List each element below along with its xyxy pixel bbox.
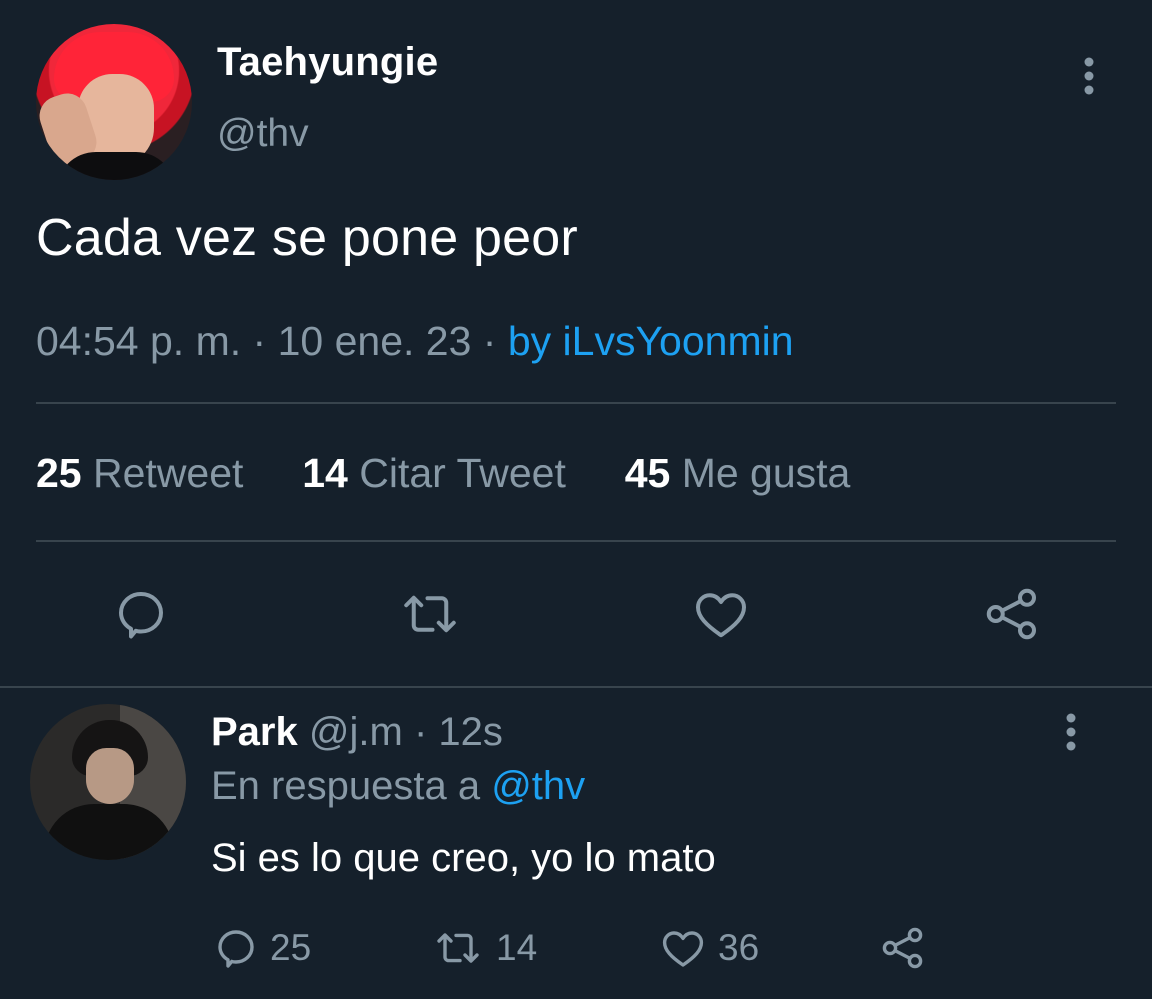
reply-count: 25 (270, 927, 312, 968)
retweet-icon (430, 924, 486, 972)
heart-icon (658, 924, 708, 972)
share-button[interactable] (980, 582, 1044, 646)
reply-text: Si es lo que creo, yo lo mato (211, 836, 716, 880)
in-reply-to: En respuesta a @thv (211, 764, 585, 809)
share-icon (878, 924, 928, 972)
reply-reply-button[interactable]: 25 (212, 924, 311, 972)
reply-retweet-button[interactable]: 14 (430, 924, 537, 972)
likes-label: Me gusta (681, 450, 851, 496)
tweet-date: 10 ene. 23 (277, 318, 472, 364)
reply-share-button[interactable] (878, 924, 928, 972)
tweet-detail-page: Taehyungie @thv Cada vez se pone peor 04… (0, 0, 1152, 999)
divider (36, 540, 1116, 542)
reply-display-name[interactable]: Park (211, 710, 298, 754)
heart-icon (690, 584, 752, 644)
quotes-label: Citar Tweet (359, 450, 566, 496)
share-icon (981, 584, 1043, 644)
reply-handle[interactable]: @j.m (309, 710, 403, 754)
retweet-icon (399, 584, 461, 644)
reply-button[interactable] (109, 582, 173, 646)
main-tweet: Taehyungie @thv Cada vez se pone peor 04… (0, 0, 1152, 688)
tweet-time: 04:54 p. m. (36, 318, 242, 364)
reply-header: Park @j.m · 12s (211, 710, 503, 755)
reply-icon (111, 584, 171, 644)
reply-icon (212, 924, 260, 972)
more-options-icon[interactable] (1058, 712, 1084, 752)
quotes-stat[interactable]: 14 Citar Tweet (291, 450, 577, 496)
likes-count: 45 (624, 450, 671, 496)
avatar[interactable] (36, 24, 192, 180)
meta-separator: · (252, 318, 267, 364)
avatar-face (86, 748, 134, 804)
retweets-stat[interactable]: 25 Retweet (36, 450, 255, 496)
like-button[interactable] (689, 582, 753, 646)
divider (0, 686, 1152, 688)
tweet-source-link[interactable]: by iLvsYoonmin (508, 318, 794, 364)
in-reply-to-mention[interactable]: @thv (491, 764, 585, 808)
tweet-meta: 04:54 p. m. · 10 ene. 23 · by iLvsYoonmi… (36, 318, 794, 365)
retweets-count: 25 (36, 450, 82, 496)
in-reply-to-prefix: En respuesta a (211, 764, 481, 808)
likes-stat[interactable]: 45 Me gusta (613, 450, 851, 496)
meta-separator: · (482, 318, 497, 364)
author-handle[interactable]: @thv (217, 112, 309, 156)
tweet-stats: 25 Retweet 14 Citar Tweet 45 Me gusta (36, 450, 850, 497)
divider (36, 402, 1116, 404)
retweets-label: Retweet (93, 450, 244, 496)
more-options-icon[interactable] (1076, 56, 1102, 96)
author-display-name[interactable]: Taehyungie (217, 40, 438, 85)
quotes-count: 14 (302, 450, 348, 496)
retweet-count: 14 (496, 927, 538, 968)
reply-avatar[interactable] (30, 704, 186, 860)
like-count: 36 (718, 927, 760, 968)
tweet-text: Cada vez se pone peor (36, 209, 578, 267)
retweet-button[interactable] (398, 582, 462, 646)
meta-separator: · (413, 710, 428, 754)
reply-age: 12s (438, 710, 503, 754)
reply-like-button[interactable]: 36 (658, 924, 759, 972)
